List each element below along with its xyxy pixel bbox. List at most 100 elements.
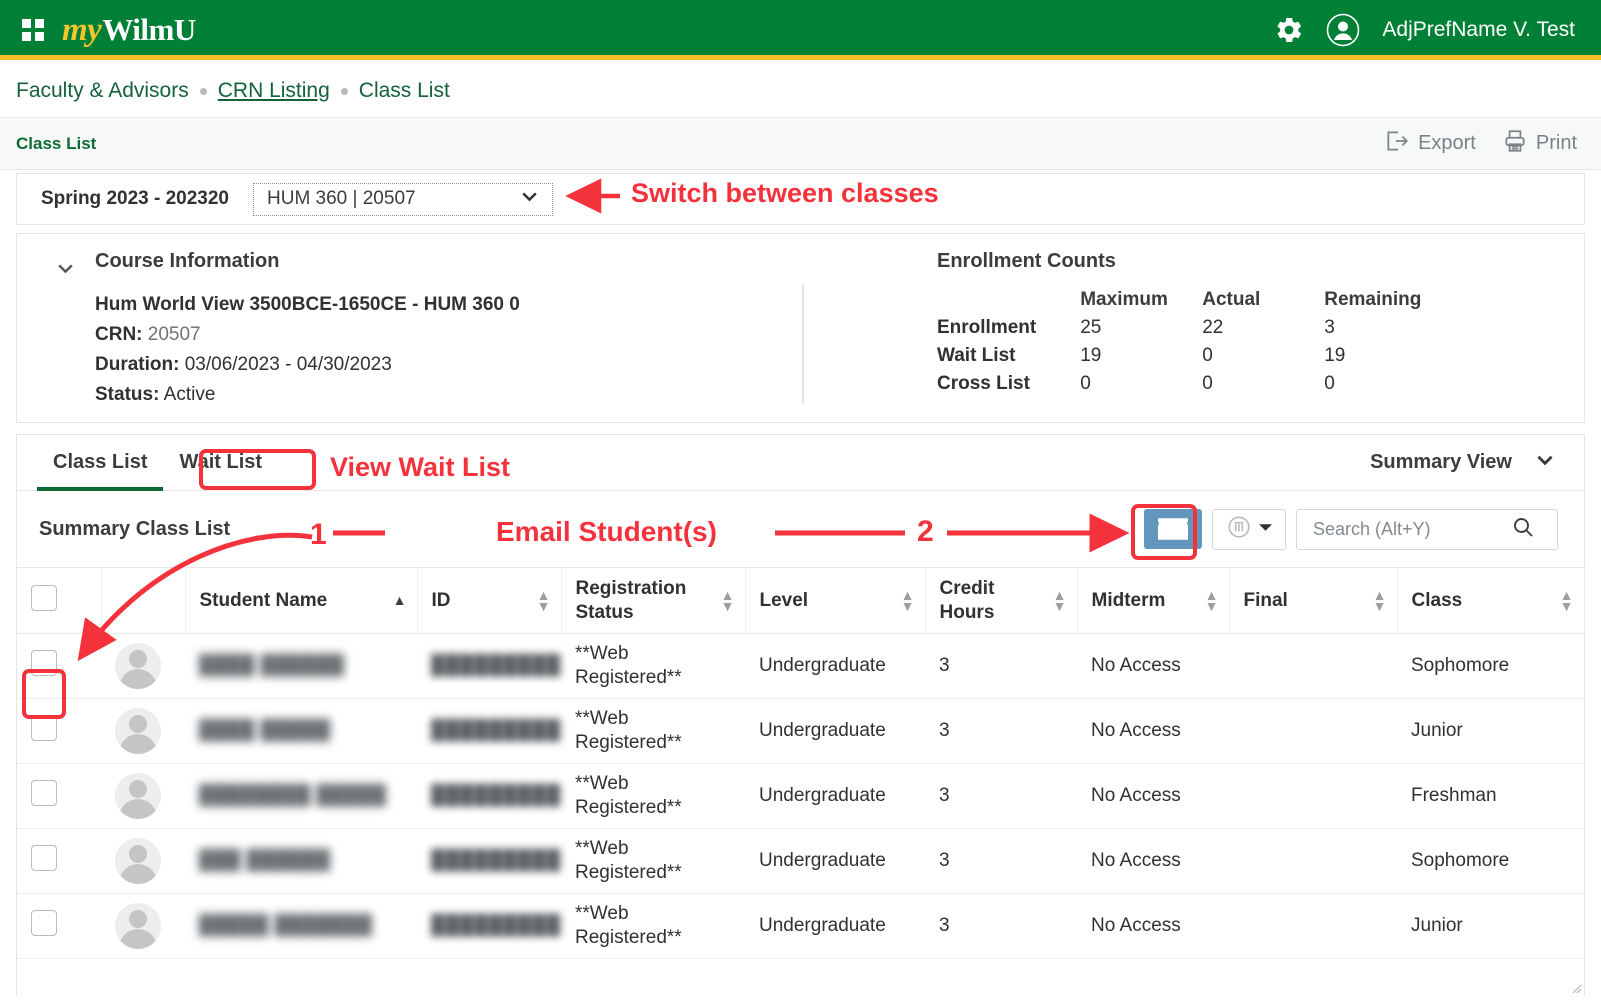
brand-wilmu-text: WilmU <box>102 11 196 47</box>
cell-credit-hours: 3 <box>925 633 1077 699</box>
column-header-class[interactable]: Class ▲ ▼ <box>1397 567 1585 634</box>
column-header-level[interactable]: Level ▲ ▼ <box>745 567 926 634</box>
row-checkbox[interactable] <box>31 910 57 936</box>
row-select-cell <box>17 893 101 959</box>
cell-registration-status: **Web Registered** <box>561 763 745 829</box>
summary-view-toggle[interactable]: Summary View <box>1370 449 1556 477</box>
row-label-enrollment: Enrollment <box>937 317 1037 338</box>
column-header-midterm[interactable]: Midterm ▲ ▼ <box>1077 567 1230 634</box>
enrollment-counts-col-actual: Actual <box>1202 289 1261 310</box>
table-header-row: Student Name ▲ ID ▲ ▼ Registration Status <box>17 567 1585 634</box>
column-header-id[interactable]: ID ▲ ▼ <box>417 567 562 634</box>
search-box[interactable] <box>1296 508 1558 550</box>
crosslist-maximum: 0 <box>1080 373 1091 394</box>
printer-icon <box>1502 128 1528 160</box>
cell-level: Undergraduate <box>745 893 925 959</box>
waitlist-actual: 0 <box>1202 345 1213 366</box>
column-header-final[interactable]: Final ▲ ▼ <box>1229 567 1398 634</box>
breadcrumb-item-crn-listing[interactable]: CRN Listing <box>218 79 330 103</box>
column-chooser-button[interactable] <box>1212 508 1286 550</box>
tab-class-list[interactable]: Class List <box>37 435 164 491</box>
class-list-table-wrapper: Student Name ▲ ID ▲ ▼ Registration Status <box>17 567 1585 959</box>
cell-midterm: No Access <box>1077 828 1229 894</box>
select-all-checkbox[interactable] <box>31 584 57 611</box>
course-information-heading: Course Information <box>95 250 280 272</box>
course-information-collapse-icon[interactable] <box>55 258 76 285</box>
brand-my-text: my <box>62 11 102 48</box>
search-input[interactable] <box>1311 517 1511 541</box>
row-avatar-cell <box>101 893 185 959</box>
student-name-value: ████ █████ <box>199 720 331 741</box>
gear-icon[interactable] <box>1274 15 1304 45</box>
sort-asc-icon[interactable]: ▲ <box>393 593 407 607</box>
export-icon <box>1384 128 1410 160</box>
sort-icon[interactable]: ▲ ▼ <box>1373 588 1387 613</box>
brand-logo[interactable]: my WilmU <box>62 12 196 49</box>
cell-class: Freshman <box>1397 763 1584 829</box>
waitlist-maximum: 19 <box>1080 345 1102 366</box>
cell-student-name: █████ ███████ <box>185 893 417 959</box>
page-title: Class List <box>16 133 97 153</box>
column-header-registration-status[interactable]: Registration Status ▲ ▼ <box>561 567 746 634</box>
enrollment-counts-row: Enrollment 25 22 3 <box>937 314 1446 342</box>
tab-wait-list[interactable]: Wait List <box>163 435 278 491</box>
row-checkbox[interactable] <box>31 780 57 806</box>
class-list-panel: Class List Wait List Summary View Summar… <box>16 434 1585 996</box>
sort-icon[interactable]: ▲ ▼ <box>1560 588 1574 613</box>
row-select-cell <box>17 633 101 699</box>
column-header-student-name[interactable]: Student Name ▲ <box>185 567 418 634</box>
row-label-cross-list: Cross List <box>937 373 1030 394</box>
sort-icon[interactable]: ▲ ▼ <box>537 588 551 613</box>
email-students-button[interactable] <box>1144 509 1202 549</box>
student-id-value: █████████ <box>431 655 562 676</box>
course-select[interactable]: HUM 360 | 20507 <box>253 182 553 216</box>
row-checkbox[interactable] <box>31 715 57 741</box>
student-id-value: █████████ <box>431 915 562 936</box>
search-icon[interactable] <box>1511 515 1535 544</box>
cell-id: █████████ <box>417 763 561 829</box>
cell-final <box>1229 828 1397 894</box>
row-avatar-cell <box>101 828 185 894</box>
avatar <box>115 773 161 819</box>
sort-icon[interactable]: ▲ ▼ <box>721 588 735 613</box>
columns-chooser-icon <box>1226 514 1252 545</box>
table-row: ████ ██████ █████████ **Web Registered**… <box>17 633 1584 699</box>
cell-credit-hours: 3 <box>925 828 1077 894</box>
cell-final <box>1229 698 1397 764</box>
row-select-cell <box>17 698 101 764</box>
table-row: ████ █████ █████████ **Web Registered** … <box>17 698 1584 764</box>
export-button[interactable]: Export <box>1384 128 1476 160</box>
panel-resize-grip[interactable] <box>1568 980 1582 994</box>
crosslist-actual: 0 <box>1202 373 1213 394</box>
avatar <box>115 903 161 949</box>
sort-icon[interactable]: ▲ ▼ <box>1205 588 1219 613</box>
course-title: Hum World View 3500BCE-1650CE - HUM 360 … <box>95 294 520 315</box>
sort-icon[interactable]: ▲ ▼ <box>901 588 915 613</box>
breadcrumb-separator <box>340 87 348 95</box>
cell-midterm: No Access <box>1077 633 1229 699</box>
enrollment-maximum: 25 <box>1080 317 1102 338</box>
enrollment-counts-row: Cross List 0 0 0 <box>937 370 1446 398</box>
cell-id: █████████ <box>417 828 561 894</box>
row-checkbox[interactable] <box>31 650 57 676</box>
print-button[interactable]: Print <box>1502 128 1577 160</box>
cell-student-name: ████████ █████ <box>185 763 417 829</box>
course-selector-panel: Spring 2023 - 202320 HUM 360 | 20507 <box>16 173 1585 225</box>
apps-grid-icon[interactable] <box>22 19 44 41</box>
avatar-header <box>101 567 186 634</box>
crosslist-remaining: 0 <box>1324 373 1335 394</box>
chevron-down-icon <box>519 186 540 212</box>
row-select-cell <box>17 828 101 894</box>
status-value: Active <box>163 384 216 405</box>
cell-final <box>1229 763 1397 829</box>
row-checkbox[interactable] <box>31 845 57 871</box>
sort-icon[interactable]: ▲ ▼ <box>1053 588 1067 613</box>
column-label-final: Final <box>1243 589 1288 611</box>
breadcrumb-item-faculty-advisors[interactable]: Faculty & Advisors <box>16 79 189 103</box>
course-information-body: Hum World View 3500BCE-1650CE - HUM 360 … <box>95 290 520 410</box>
cell-midterm: No Access <box>1077 763 1229 829</box>
user-avatar-icon[interactable] <box>1326 13 1360 47</box>
column-header-credit-hours[interactable]: Credit Hours ▲ ▼ <box>925 567 1078 634</box>
row-avatar-cell <box>101 698 185 764</box>
cell-level: Undergraduate <box>745 828 925 894</box>
